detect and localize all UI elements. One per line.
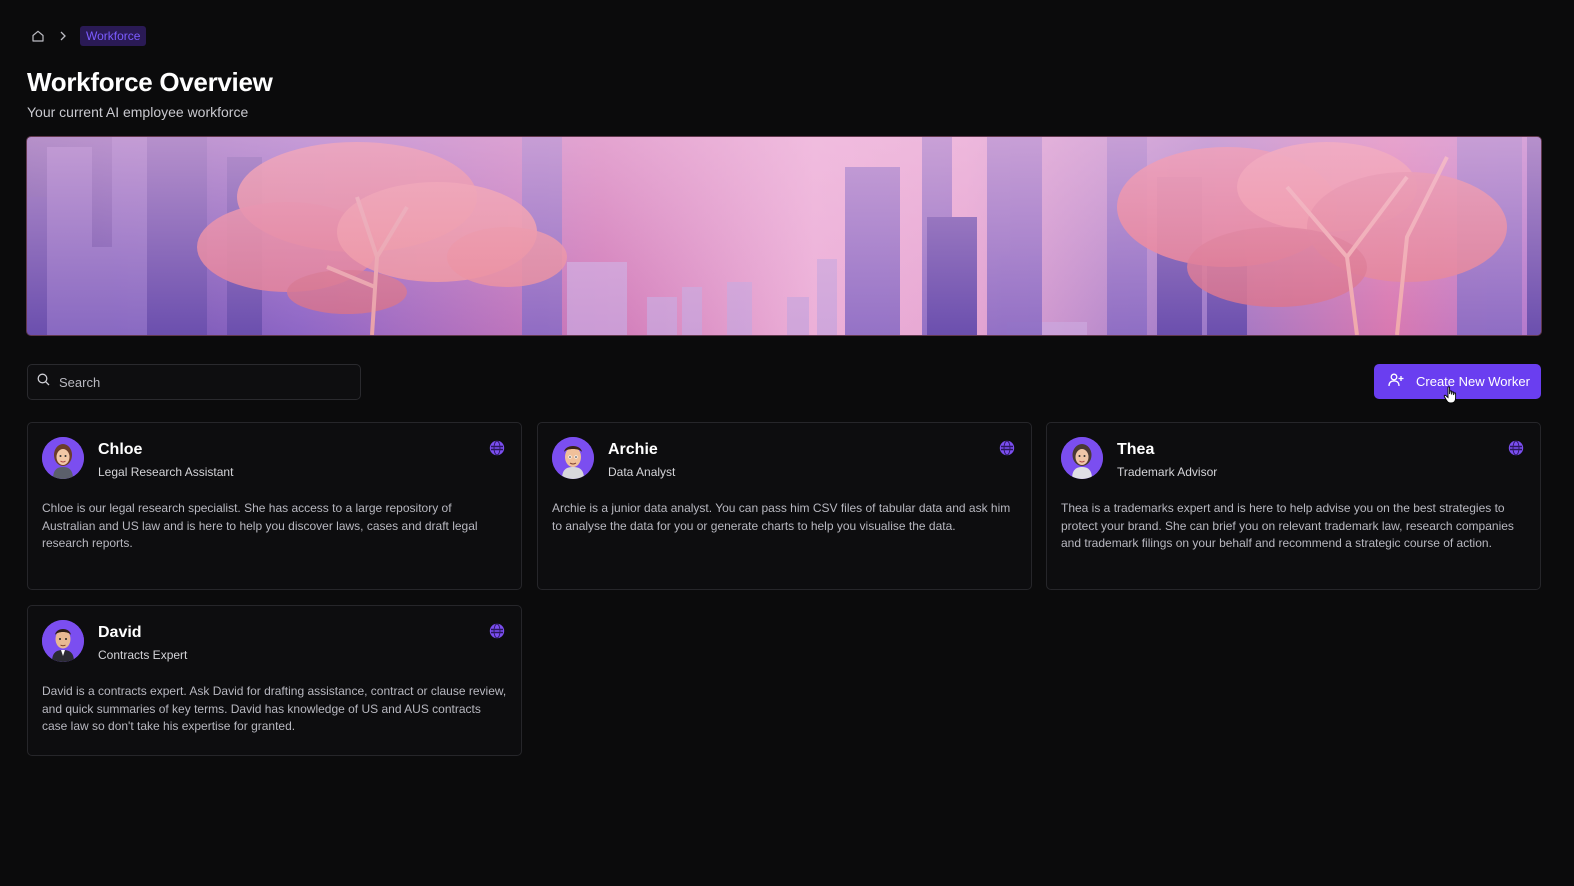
globe-icon[interactable] <box>489 440 505 456</box>
breadcrumb-current[interactable]: Workforce <box>80 26 147 46</box>
worker-name: Archie <box>608 441 658 458</box>
user-plus-icon <box>1388 373 1404 390</box>
worker-role: Contracts Expert <box>98 648 188 662</box>
page-title: Workforce Overview <box>27 67 273 97</box>
breadcrumb: Workforce <box>30 26 147 46</box>
worker-description: David is a contracts expert. Ask David f… <box>42 684 507 733</box>
worker-card-chloe[interactable]: Chloe Legal Research Assistant Chloe is … <box>27 422 522 590</box>
worker-name: David <box>98 624 142 641</box>
worker-description: Chloe is our legal research specialist. … <box>42 501 478 550</box>
worker-card-thea[interactable]: Thea Trademark Advisor Thea is a tradema… <box>1046 422 1541 590</box>
avatar-thea <box>1061 437 1103 479</box>
worker-role: Legal Research Assistant <box>98 465 234 479</box>
avatar-david <box>42 620 84 662</box>
globe-icon[interactable] <box>999 440 1015 456</box>
avatar-archie <box>552 437 594 479</box>
search-box <box>27 364 361 400</box>
worker-description: Thea is a trademarks expert and is here … <box>1061 501 1514 550</box>
globe-icon[interactable] <box>1508 440 1524 456</box>
search-icon <box>37 373 50 391</box>
search-input[interactable] <box>59 374 339 390</box>
worker-role: Data Analyst <box>608 465 676 479</box>
hand-pointer-cursor-icon <box>1443 386 1459 404</box>
create-new-worker-label: Create New Worker <box>1416 374 1530 389</box>
worker-name: Chloe <box>98 441 143 458</box>
worker-role: Trademark Advisor <box>1117 465 1218 479</box>
home-icon[interactable] <box>30 28 46 44</box>
chevron-right-icon <box>58 31 68 41</box>
hero-banner-image <box>27 137 1541 335</box>
page-subtitle: Your current AI employee workforce <box>27 104 249 120</box>
avatar-chloe <box>42 437 84 479</box>
worker-description: Archie is a junior data analyst. You can… <box>552 501 1011 533</box>
worker-card-archie[interactable]: Archie Data Analyst Archie is a junior d… <box>537 422 1032 590</box>
worker-card-david[interactable]: David Contracts Expert David is a contra… <box>27 605 522 756</box>
worker-name: Thea <box>1117 441 1155 458</box>
globe-icon[interactable] <box>489 623 505 639</box>
